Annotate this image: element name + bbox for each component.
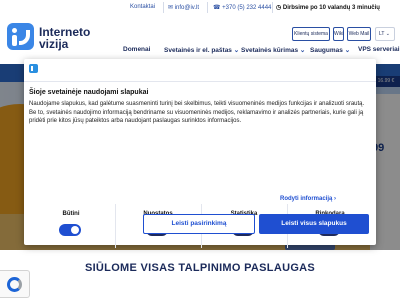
- language-value: LT: [379, 31, 385, 37]
- phone-icon: ☎: [213, 5, 221, 11]
- working-hours: ◷ Dirbsime po 10 valandų 3 minučių: [276, 4, 380, 11]
- allow-selection-button[interactable]: Leisti pasirinkimą: [143, 214, 255, 234]
- cookie-category-necessary: Būtini: [29, 204, 113, 248]
- allow-all-button[interactable]: Leisti visus slapukus: [259, 214, 369, 234]
- email-text: info@iv.lt: [174, 5, 200, 11]
- nav-item-web-development[interactable]: Svetainės kūrimas ⌄: [241, 46, 305, 54]
- language-select[interactable]: LT ⌄: [375, 27, 395, 41]
- clock-icon: ◷: [276, 5, 282, 11]
- divider: [272, 2, 273, 13]
- nav-item-security[interactable]: Saugumas ⌄: [310, 46, 350, 54]
- chevron-down-icon: ⌄: [385, 31, 390, 37]
- section-title: SIŪLOME VISAS TALPINIMO PASLAUGAS: [84, 262, 316, 274]
- divider: [163, 2, 164, 13]
- phone-text: +370 (5) 232 4444: [222, 5, 272, 11]
- top-bar: Kontaktai ✉ info@iv.lt ☎ +370 (5) 232 44…: [0, 0, 400, 16]
- nav-item-vps[interactable]: VPS serveriai: [358, 46, 400, 53]
- necessary-toggle: [59, 224, 81, 236]
- nav-label: Svetainės ir el. paštas: [164, 47, 232, 54]
- show-details-label: Rodyti informaciją: [280, 196, 333, 202]
- webmail-button[interactable]: Web Mail: [347, 27, 371, 41]
- chevron-down-icon: ⌄: [233, 47, 240, 54]
- chevron-down-icon: ⌄: [299, 47, 306, 54]
- hours-text: Dirbsime po 10 valandų 3 minučių: [282, 5, 380, 11]
- nav-label: Domenai: [123, 46, 151, 53]
- nav-label: Svetainės kūrimas: [241, 47, 299, 54]
- email-link[interactable]: ✉ info@iv.lt: [168, 4, 199, 11]
- category-label: Būtini: [62, 211, 80, 217]
- chevron-down-icon: ⌄: [344, 47, 351, 54]
- wiki-button[interactable]: Wiki: [333, 27, 344, 41]
- divider: [207, 2, 208, 13]
- nav-label: Saugumas: [310, 47, 343, 54]
- cookie-dialog-text: Naudojame slapukus, kad galėtume suasmen…: [29, 101, 365, 124]
- phone-link[interactable]: ☎ +370 (5) 232 4444: [213, 4, 271, 11]
- nav-item-hosting[interactable]: Svetainės ir el. paštas ⌄: [164, 46, 239, 54]
- cookiebot-logo-icon: [29, 64, 38, 73]
- chevron-right-icon: ›: [334, 196, 337, 202]
- cookie-dialog-title: Šioje svetainėje naudojami slapukai: [29, 89, 149, 96]
- envelope-icon: ✉: [168, 5, 174, 11]
- recaptcha-badge[interactable]: [0, 270, 30, 298]
- show-details-link[interactable]: Rodyti informaciją ›: [280, 196, 336, 202]
- client-system-button[interactable]: Klientų sistema: [292, 27, 330, 41]
- nav-label: VPS serveriai: [358, 46, 400, 53]
- recaptcha-icon: [7, 277, 22, 292]
- nav-item-domains[interactable]: Domenai: [123, 46, 150, 53]
- main-nav: Domenai Svetainės ir el. paštas ⌄ Svetai…: [0, 43, 400, 57]
- contacts-link[interactable]: Kontaktai: [130, 4, 155, 10]
- divider: [24, 81, 376, 82]
